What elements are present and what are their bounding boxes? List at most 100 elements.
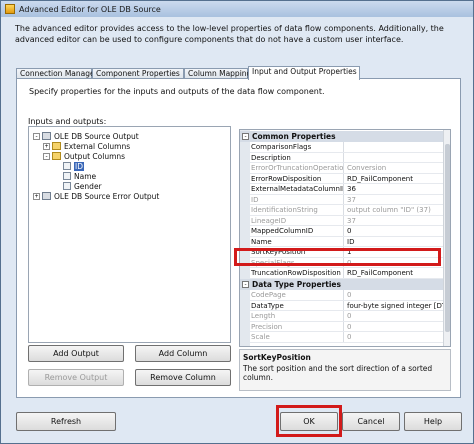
tree-node-error-output[interactable]: + OLE DB Source Error Output — [33, 191, 159, 201]
prop-value[interactable]: RD_FailComponent — [347, 268, 450, 278]
window-title: Advanced Editor for OLE DB Source — [19, 4, 161, 14]
help-button[interactable]: Help — [404, 412, 462, 431]
prop-name: ComparisonFlags — [251, 142, 344, 152]
prop-row-mappedcolumnid[interactable]: MappedColumnID 0 — [250, 226, 450, 237]
grid-gutter — [240, 130, 250, 346]
prop-row-externalmetadatacolumnid[interactable]: ExternalMetadataColumnID 36 — [250, 184, 450, 195]
prop-row-comparisonflags[interactable]: ComparisonFlags — [250, 142, 450, 153]
column-icon — [63, 182, 71, 190]
prop-row-description[interactable]: Description — [250, 152, 450, 163]
expand-icon[interactable]: + — [43, 142, 50, 150]
prop-name: Precision — [251, 321, 344, 331]
grid-scrollbar[interactable] — [443, 130, 450, 346]
prop-name: Scale — [251, 332, 344, 342]
prop-value: output column "ID" (37) — [347, 206, 431, 214]
tab-panel: Specify properties for the inputs and ou… — [16, 78, 461, 398]
prop-value[interactable]: four-byte signed integer [DT_I4] — [347, 301, 450, 311]
prop-value[interactable]: RD_FailComponent — [347, 174, 450, 184]
prop-value[interactable]: 0 — [347, 226, 450, 236]
tree-node-label: OLE DB Source Output — [54, 131, 139, 141]
prop-row-lineageid[interactable]: LineageID 37 — [250, 215, 450, 226]
prop-row-errortruncationoperation[interactable]: ErrorOrTruncationOperation Conversion — [250, 163, 450, 174]
prop-row-codepage[interactable]: CodePage 0 — [250, 290, 450, 301]
column-icon — [63, 162, 71, 170]
remove-column-button[interactable]: Remove Column — [135, 369, 231, 386]
prop-value[interactable] — [347, 153, 450, 163]
category-common-properties[interactable]: - Common Properties — [240, 131, 450, 142]
tree-node-label: Output Columns — [64, 151, 126, 161]
prop-value[interactable]: ID — [347, 237, 450, 247]
prop-name: ErrorOrTruncationOperation — [251, 163, 344, 173]
prop-value: 37 — [347, 195, 356, 204]
prop-value: Conversion — [347, 164, 387, 172]
prop-value[interactable]: 36 — [347, 184, 450, 194]
refresh-button[interactable]: Refresh — [16, 412, 116, 431]
inputs-outputs-label: Inputs and outputs: — [28, 117, 107, 126]
prop-row-precision[interactable]: Precision 0 — [250, 321, 450, 332]
prop-row-datatype[interactable]: DataType four-byte signed integer [DT_I4… — [250, 300, 450, 311]
collapse-icon[interactable]: - — [43, 152, 50, 160]
panel-description: Specify properties for the inputs and ou… — [29, 87, 325, 96]
prop-row-name[interactable]: Name ID — [250, 236, 450, 247]
remove-output-button[interactable]: Remove Output — [28, 369, 124, 386]
prop-row-scale[interactable]: Scale 0 — [250, 332, 450, 343]
column-icon — [63, 172, 71, 180]
output-icon — [42, 132, 51, 140]
highlight-sortkeyposition-annotation — [234, 248, 441, 266]
tree-node-label: External Columns — [64, 141, 131, 151]
collapse-icon[interactable]: - — [33, 132, 40, 140]
title-bar[interactable]: Advanced Editor for OLE DB Source — [1, 1, 473, 17]
property-description-text: The sort position and the sort direction… — [243, 364, 433, 382]
advanced-editor-window: Advanced Editor for OLE DB Source The ad… — [0, 0, 474, 444]
tree-node-output-columns[interactable]: - Output Columns — [43, 151, 125, 161]
category-label: Data Type Properties — [252, 280, 341, 289]
prop-row-length[interactable]: Length 0 — [250, 311, 450, 322]
output-icon — [42, 192, 51, 200]
intro-text: The advanced editor provides access to t… — [15, 24, 444, 44]
prop-row-truncationrowdisposition[interactable]: TruncationRowDisposition RD_FailComponen… — [250, 268, 450, 279]
prop-name: Name — [251, 236, 344, 246]
tree-node-label: ID — [74, 161, 84, 171]
category-label: Common Properties — [252, 132, 336, 141]
add-column-button[interactable]: Add Column — [135, 345, 231, 362]
prop-name: TruncationRowDisposition — [251, 268, 344, 278]
prop-name: ErrorRowDisposition — [251, 173, 344, 183]
highlight-ok-annotation — [276, 405, 342, 437]
tree-node-label: Gender — [74, 181, 102, 191]
prop-name: MappedColumnID — [251, 226, 344, 236]
prop-row-errorrowdisposition[interactable]: ErrorRowDisposition RD_FailComponent — [250, 173, 450, 184]
prop-name: Length — [251, 311, 344, 321]
tree-node-label: OLE DB Source Error Output — [54, 191, 160, 201]
app-icon — [5, 4, 15, 14]
tab-input-output-properties[interactable]: Input and Output Properties — [248, 66, 360, 80]
collapse-icon[interactable]: - — [242, 133, 249, 140]
cancel-button[interactable]: Cancel — [342, 412, 400, 431]
prop-name: ID — [251, 194, 344, 204]
tree-node-external-columns[interactable]: + External Columns — [43, 141, 130, 151]
prop-value: 0 — [347, 322, 352, 331]
property-grid[interactable]: - Common Properties ComparisonFlags Desc… — [239, 129, 451, 347]
tree-node-source-output[interactable]: - OLE DB Source Output — [33, 131, 139, 141]
folder-icon — [52, 152, 61, 160]
tree-node-column-name[interactable]: Name — [63, 171, 96, 181]
collapse-icon[interactable]: - — [242, 281, 249, 288]
folder-icon — [52, 142, 61, 150]
prop-name: IdentificationString — [251, 205, 344, 215]
category-data-type-properties[interactable]: - Data Type Properties — [240, 279, 450, 290]
prop-row-identificationstring[interactable]: IdentificationString output column "ID" … — [250, 205, 450, 216]
prop-row-id[interactable]: ID 37 — [250, 194, 450, 205]
prop-value[interactable] — [347, 142, 450, 152]
prop-value: 0 — [347, 312, 352, 320]
prop-name: Description — [251, 152, 344, 162]
add-output-button[interactable]: Add Output — [28, 345, 124, 362]
tree-node-column-gender[interactable]: Gender — [63, 181, 102, 191]
expand-icon[interactable]: + — [33, 192, 40, 200]
prop-value: 0 — [347, 333, 352, 341]
property-description-box: SortKeyPosition The sort position and th… — [239, 349, 451, 391]
prop-name: CodePage — [251, 290, 344, 300]
property-description-title: SortKeyPosition — [243, 353, 311, 362]
tree-node-column-id[interactable]: ID — [63, 161, 84, 171]
prop-name: ExternalMetadataColumnID — [251, 184, 344, 194]
scrollbar-thumb[interactable] — [445, 144, 450, 332]
inputs-outputs-tree[interactable]: - OLE DB Source Output + External Column… — [28, 126, 231, 343]
